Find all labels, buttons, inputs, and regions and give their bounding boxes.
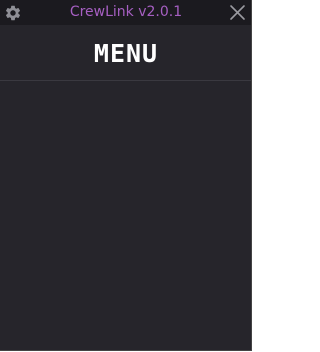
gear-icon[interactable] bbox=[4, 4, 22, 22]
window-title: CrewLink v2.0.1 bbox=[69, 4, 183, 20]
menu-content-area bbox=[0, 82, 251, 350]
titlebar[interactable]: CrewLink v2.0.1 bbox=[0, 0, 251, 25]
app-window: CrewLink v2.0.1 MENU bbox=[0, 0, 252, 351]
menu-header: MENU bbox=[0, 25, 251, 81]
close-icon[interactable] bbox=[229, 4, 246, 21]
menu-title: MENU bbox=[93, 39, 159, 68]
